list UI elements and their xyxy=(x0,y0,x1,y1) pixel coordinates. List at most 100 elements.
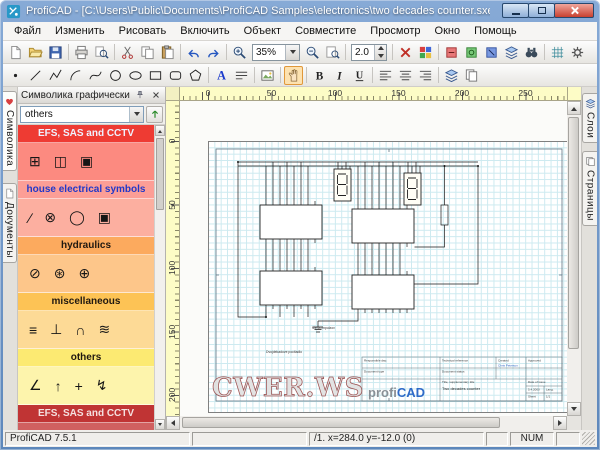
layers-button[interactable] xyxy=(502,43,521,62)
tab-layers[interactable]: Слои xyxy=(582,93,597,143)
menu-item-Просмотр[interactable]: Просмотр xyxy=(363,23,427,39)
menu-item-Совместите[interactable]: Совместите xyxy=(288,23,363,39)
tool-dot-button[interactable] xyxy=(6,66,25,85)
tool-polygon-button[interactable] xyxy=(186,66,205,85)
pages-button[interactable] xyxy=(462,66,481,85)
line-width-spinner[interactable]: 2.0 xyxy=(351,44,387,61)
symbol-category-header[interactable]: hydraulics xyxy=(18,237,154,255)
symbols-scroll-up-button[interactable] xyxy=(155,125,165,136)
preview-button[interactable] xyxy=(92,43,111,62)
symbol-thumbnail[interactable]: ≋ xyxy=(98,321,110,338)
symbols-scroll-down-button[interactable] xyxy=(155,419,165,430)
tool-curve-button[interactable] xyxy=(86,66,105,85)
vertical-scrollbar[interactable] xyxy=(567,101,581,416)
tool-rect-button[interactable] xyxy=(146,66,165,85)
ic-counter[interactable] xyxy=(260,201,322,243)
italic-button[interactable]: I xyxy=(330,66,349,85)
symbol-thumbnail[interactable]: ∩ xyxy=(75,322,85,338)
ic-counter[interactable] xyxy=(352,205,414,247)
underline-button[interactable]: U xyxy=(350,66,369,85)
scroll-up-button[interactable] xyxy=(567,101,581,115)
symbols-scroll-thumb[interactable] xyxy=(156,138,164,210)
vertical-scroll-thumb[interactable] xyxy=(568,117,579,349)
symbols-group-combobox[interactable]: others xyxy=(20,106,144,123)
tool-rounded-rect-button[interactable] xyxy=(166,66,185,85)
spinner-buttons[interactable] xyxy=(374,45,386,60)
save-floppy-button[interactable] xyxy=(46,43,65,62)
menu-item-Объект[interactable]: Объект xyxy=(237,23,288,39)
symbol-thumbnail[interactable]: ▣ xyxy=(80,153,93,170)
close-button[interactable] xyxy=(554,3,594,18)
seven-segment-display[interactable] xyxy=(404,173,421,205)
tool-line-button[interactable] xyxy=(26,66,45,85)
grid-button[interactable] xyxy=(548,43,567,62)
maximize-button[interactable] xyxy=(528,3,555,18)
symbol-thumbnail[interactable]: ⊘ xyxy=(29,265,41,282)
symbol-thumbnail[interactable]: ∠ xyxy=(29,377,42,394)
symbol-thumbnail[interactable]: ⊗ xyxy=(44,209,56,226)
sym-red-button[interactable] xyxy=(442,43,461,62)
symbol-thumbnail[interactable]: ◫ xyxy=(54,153,67,170)
ic-decoder[interactable] xyxy=(260,267,322,309)
symbol-thumbnail[interactable]: ⊛ xyxy=(54,265,66,282)
align-center-button[interactable] xyxy=(396,66,415,85)
paste-button[interactable] xyxy=(158,43,177,62)
menu-item-Изменить[interactable]: Изменить xyxy=(48,23,112,39)
pan-hand-button[interactable] xyxy=(284,66,303,85)
scroll-right-button[interactable] xyxy=(553,416,567,430)
palette-button[interactable] xyxy=(416,43,435,62)
tool-arc-button[interactable] xyxy=(66,66,85,85)
canvas-viewport[interactable]: Mena impulzov Dvojdekadove pocitadlo Res… xyxy=(180,101,567,416)
tool-circle-button[interactable] xyxy=(106,66,125,85)
align-right-button[interactable] xyxy=(416,66,435,85)
gear-button[interactable] xyxy=(568,43,587,62)
print-button[interactable] xyxy=(72,43,91,62)
ruler-corner-button[interactable] xyxy=(166,87,180,101)
zoom-combobox[interactable]: 35% xyxy=(252,44,300,61)
menu-item-Рисовать[interactable]: Рисовать xyxy=(112,23,174,39)
symbols-scrollbar[interactable] xyxy=(154,125,165,430)
symbol-category-header[interactable]: EFS, SAS and CCTV xyxy=(18,405,154,423)
ic-decoder[interactable] xyxy=(352,271,414,313)
menu-item-Помощь[interactable]: Помощь xyxy=(467,23,524,39)
bold-button[interactable]: B xyxy=(310,66,329,85)
scroll-left-button[interactable] xyxy=(166,416,180,430)
symbol-thumbnail[interactable]: ⊕ xyxy=(78,265,90,282)
symbol-thumbnail[interactable]: ↯ xyxy=(96,377,108,394)
symbol-thumbnail[interactable]: ⊥ xyxy=(50,321,62,338)
minimize-button[interactable] xyxy=(502,3,529,18)
horizontal-scrollbar[interactable] xyxy=(166,416,567,430)
layers-button[interactable] xyxy=(442,66,461,85)
symbol-category-header[interactable]: house electrical symbols xyxy=(18,181,154,199)
pin-icon[interactable] xyxy=(133,89,146,102)
close-panel-icon[interactable] xyxy=(149,89,162,102)
resize-grip[interactable] xyxy=(582,432,595,445)
drawing-page[interactable]: Mena impulzov Dvojdekadove pocitadlo Res… xyxy=(208,141,567,413)
sym-blue-button[interactable] xyxy=(482,43,501,62)
zoom-out-button[interactable] xyxy=(303,43,322,62)
menu-item-Окно[interactable]: Окно xyxy=(428,23,468,39)
tool-ellipse-button[interactable] xyxy=(126,66,145,85)
cut-button[interactable] xyxy=(118,43,137,62)
sym-green-button[interactable] xyxy=(462,43,481,62)
new-page-button[interactable] xyxy=(6,43,25,62)
copy-button[interactable] xyxy=(138,43,157,62)
tool-image-button[interactable] xyxy=(258,66,277,85)
undo-button[interactable] xyxy=(184,43,203,62)
delete-x-button[interactable] xyxy=(396,43,415,62)
tool-text-button[interactable]: A xyxy=(212,66,231,85)
symbol-thumbnail[interactable]: ≡ xyxy=(29,322,37,338)
tab-pages[interactable]: Страницы xyxy=(582,151,597,226)
zoom-page-button[interactable] xyxy=(323,43,342,62)
symbol-thumbnail[interactable]: ◯ xyxy=(69,209,85,226)
symbol-thumbnail[interactable]: ↑ xyxy=(55,378,62,394)
title-bar[interactable]: ProfiCAD - [C:\Users\Public\Documents\Pr… xyxy=(0,0,600,22)
symbol-thumbnail[interactable]: ▣ xyxy=(98,209,111,226)
symbol-category-header[interactable]: miscellaneous xyxy=(18,293,154,311)
horizontal-scroll-thumb[interactable] xyxy=(182,417,500,428)
tab-documents[interactable]: Документы xyxy=(3,183,17,263)
align-left-button[interactable] xyxy=(376,66,395,85)
menu-item-Включить[interactable]: Включить xyxy=(173,23,236,39)
redo-button[interactable] xyxy=(204,43,223,62)
combo-dropdown-icon[interactable] xyxy=(129,107,143,122)
